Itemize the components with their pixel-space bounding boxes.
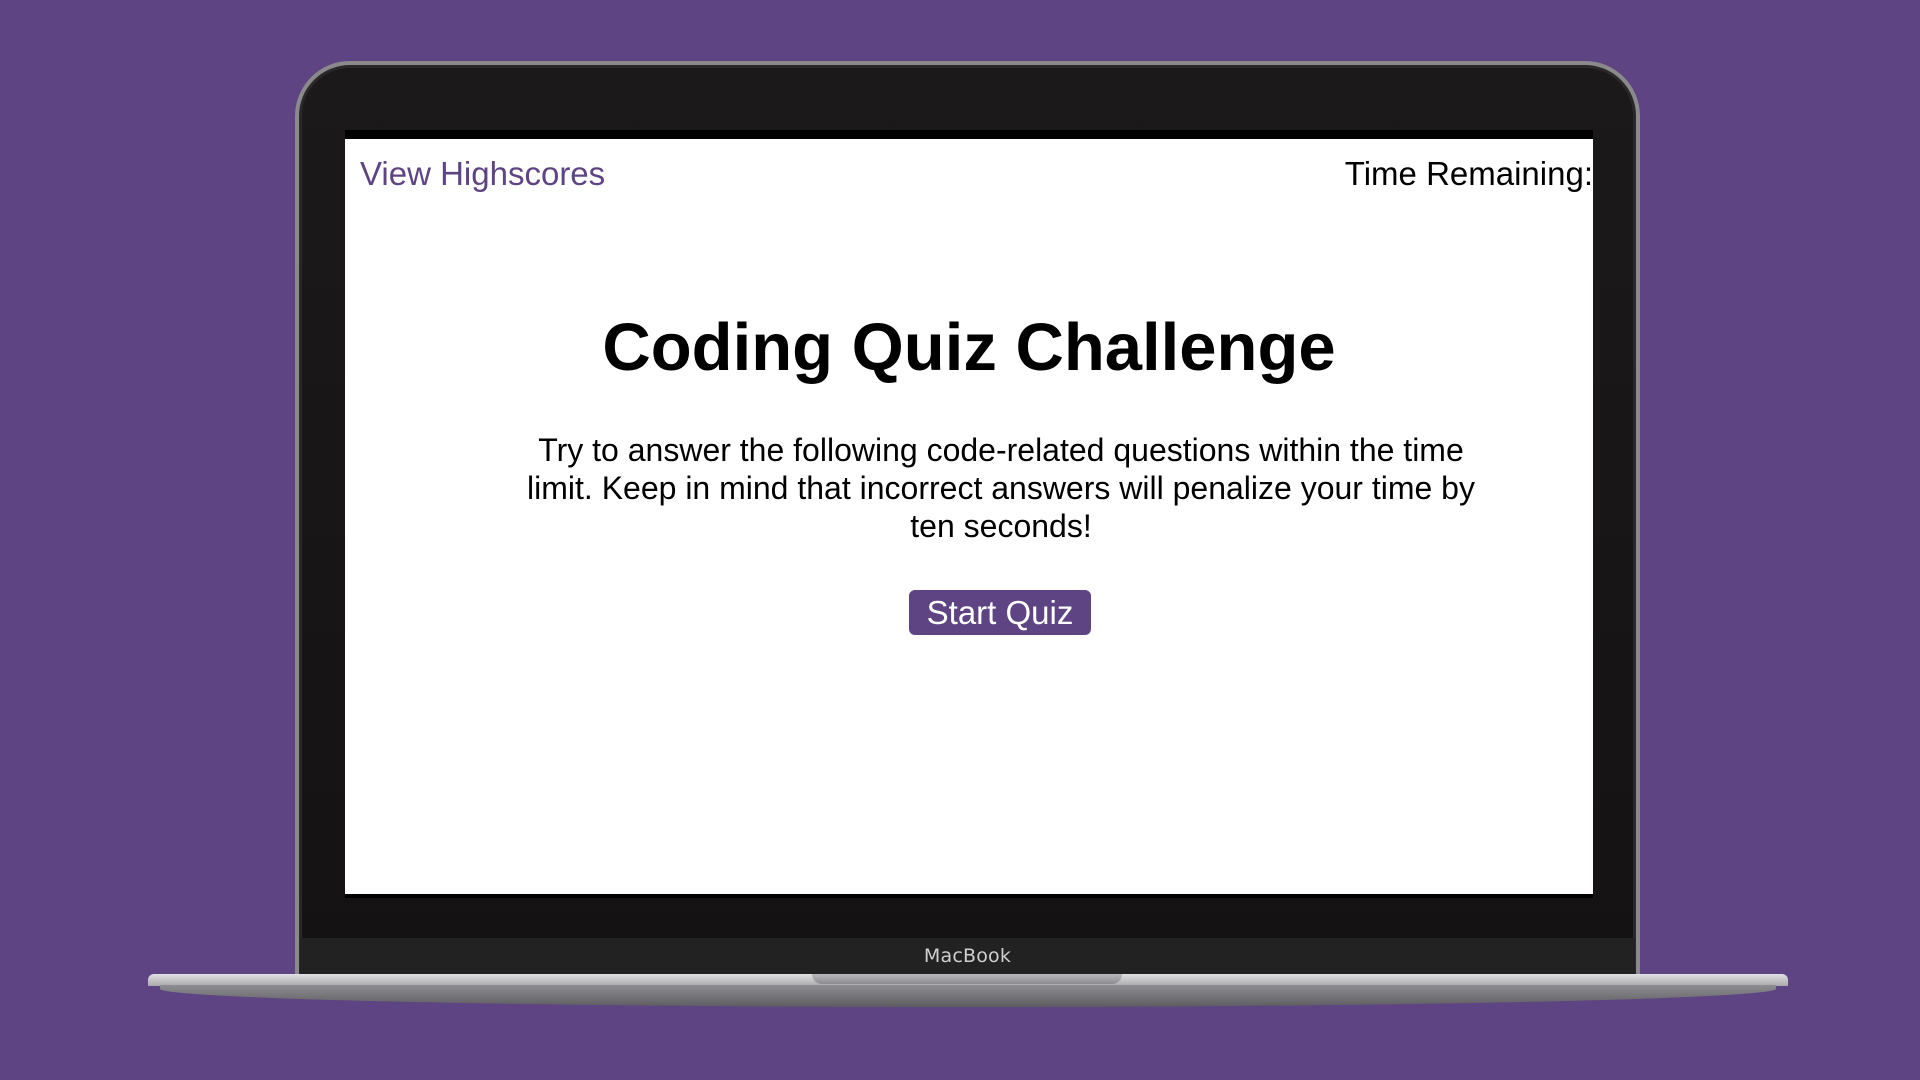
stage: MacBook View Highscores Time Remaining: … [0, 0, 1920, 1080]
brand-label: MacBook [923, 945, 1012, 967]
quiz-page: View Highscores Time Remaining: Coding Q… [345, 139, 1593, 894]
timer-label: Time Remaining: [1344, 155, 1593, 192]
page-title: Coding Quiz Challenge [602, 310, 1336, 385]
laptop-base-bottom [160, 985, 1776, 1007]
intro-text: Try to answer the following code-related… [527, 432, 1475, 544]
start-quiz-button[interactable]: Start Quiz [909, 590, 1091, 635]
view-highscores-link[interactable]: View Highscores [360, 155, 605, 193]
laptop-notch [812, 974, 1122, 984]
timer: Time Remaining: [1345, 155, 1593, 193]
